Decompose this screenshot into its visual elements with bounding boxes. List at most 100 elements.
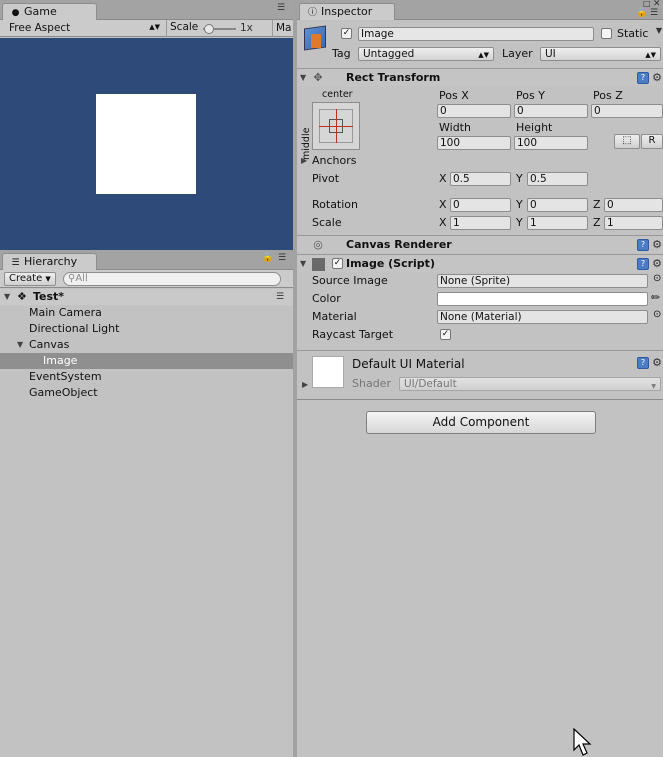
rotation-z-field[interactable]: 0 xyxy=(604,198,663,212)
gear-icon[interactable]: ⚙ xyxy=(652,257,662,270)
scene-row[interactable]: ▼ ❖ Test* ☰ xyxy=(0,289,293,305)
static-checkbox[interactable] xyxy=(601,28,612,39)
list-item[interactable]: Directional Light xyxy=(0,321,293,337)
gear-icon[interactable]: ⚙ xyxy=(652,356,662,369)
tag-dropdown[interactable]: Untagged ▲▼ xyxy=(358,47,494,61)
panel-menu-icon[interactable]: ☰ xyxy=(277,3,285,13)
height-field[interactable]: 100 xyxy=(514,136,588,150)
tab-hierarchy[interactable]: ☰ Hierarchy xyxy=(2,253,97,270)
mouse-cursor-icon xyxy=(573,728,592,756)
gameobject-cube-icon-accent xyxy=(311,34,321,48)
create-button[interactable]: Create ▼ xyxy=(4,272,56,286)
scale-slider-knob[interactable] xyxy=(204,24,214,34)
canvas-renderer-header[interactable]: ◎ Canvas Renderer ? ⚙ xyxy=(297,235,663,253)
panel-menu-icon[interactable]: ☰ xyxy=(278,253,286,263)
static-dropdown-arrow-icon[interactable]: ▼ xyxy=(656,26,662,35)
hierarchy-tabbar: ☰ Hierarchy 🔒 ☰ xyxy=(0,250,293,270)
expand-triangle-icon[interactable]: ▶ xyxy=(301,156,307,165)
rect-transform-header[interactable]: ▼ ✥ Rect Transform ? ⚙ xyxy=(297,68,663,86)
rotation-x-field[interactable]: 0 xyxy=(450,198,511,212)
info-icon: ⓘ xyxy=(307,8,317,18)
scene-menu-icon[interactable]: ☰ xyxy=(276,289,284,305)
raycast-target-checkbox[interactable]: ✓ xyxy=(440,329,451,340)
shader-dropdown[interactable]: UI/Default ▼ xyxy=(399,377,661,391)
maximize-on-play-button[interactable]: Ma xyxy=(273,21,293,36)
eyedropper-icon[interactable]: ✏ xyxy=(651,291,660,304)
material-field[interactable]: None (Material) xyxy=(437,310,648,324)
source-image-field[interactable]: None (Sprite) xyxy=(437,274,648,288)
help-icon[interactable]: ? xyxy=(637,258,649,270)
image-enabled-checkbox[interactable]: ✓ xyxy=(332,258,343,269)
game-toolbar: Free Aspect ▲▼ Scale 1x Ma xyxy=(0,20,293,37)
hierarchy-toolbar: Create ▼ ⚲All xyxy=(0,270,293,288)
game-viewport[interactable] xyxy=(0,38,293,250)
pos-z-field[interactable]: 0 xyxy=(591,104,663,118)
scale-x-field[interactable]: 1 xyxy=(450,216,511,230)
toolbar-divider xyxy=(166,20,167,37)
collapse-triangle-icon[interactable]: ▼ xyxy=(300,259,306,268)
hierarchy-panel: ☰ Hierarchy 🔒 ☰ Create ▼ ⚲All ▼ ❖ Test* ☰… xyxy=(0,250,293,757)
object-picker-icon[interactable]: ⊙ xyxy=(653,309,661,320)
anchor-presets-button[interactable] xyxy=(312,102,360,150)
active-checkbox[interactable]: ✓ xyxy=(341,28,352,39)
chevron-down-icon: ▼ xyxy=(45,275,51,283)
lock-icon[interactable]: 🔒 xyxy=(262,253,273,263)
gear-icon[interactable]: ⚙ xyxy=(652,71,662,84)
image-component-icon xyxy=(312,258,325,271)
scale-control[interactable]: Scale 1x xyxy=(170,21,253,36)
expand-triangle-icon[interactable]: ▼ xyxy=(4,289,10,305)
add-component-button[interactable]: Add Component xyxy=(366,411,596,434)
maximize-icon[interactable]: □ xyxy=(643,0,651,8)
list-item-selected[interactable]: Image xyxy=(0,353,293,369)
tab-inspector[interactable]: ⓘ Inspector xyxy=(299,3,395,20)
lock-icon[interactable]: 🔒 xyxy=(636,8,647,18)
aspect-dropdown[interactable]: Free Aspect ▲▼ xyxy=(4,21,164,36)
eye-icon: ◎ xyxy=(313,238,323,251)
list-icon: ☰ xyxy=(11,258,20,268)
layer-dropdown[interactable]: UI ▲▼ xyxy=(540,47,661,61)
pivot-y-field[interactable]: 0.5 xyxy=(527,172,588,186)
object-name-field[interactable]: Image xyxy=(358,27,594,41)
unity-scene-icon: ❖ xyxy=(17,290,27,303)
hierarchy-search-input[interactable]: ⚲All xyxy=(63,272,281,286)
hierarchy-tree: ▼ ❖ Test* ☰ Main Camera Directional Ligh… xyxy=(0,289,293,401)
dotted-rect-icon: ⬚ xyxy=(622,135,632,146)
anchor-preset-hline xyxy=(319,126,353,127)
rect-transform-icon: ✥ xyxy=(313,71,323,84)
section-divider xyxy=(297,399,663,400)
chevron-down-icon: ▼ xyxy=(651,383,656,390)
help-icon[interactable]: ? xyxy=(637,357,649,369)
pos-y-field[interactable]: 0 xyxy=(514,104,588,118)
inspector-panel: ⓘ Inspector □ ✕ 🔒 ☰ ✓ Image Static ▼ Tag … xyxy=(297,0,663,757)
list-item[interactable]: EventSystem xyxy=(0,369,293,385)
list-item[interactable]: GameObject xyxy=(0,385,293,401)
width-field[interactable]: 100 xyxy=(437,136,511,150)
gear-icon[interactable]: ⚙ xyxy=(652,238,662,251)
tab-game[interactable]: ● Game xyxy=(2,3,97,20)
scale-y-field[interactable]: 1 xyxy=(527,216,588,230)
updown-arrow-icon: ▲▼ xyxy=(478,51,489,59)
section-divider xyxy=(297,350,663,351)
pos-x-field[interactable]: 0 xyxy=(437,104,511,118)
raw-edit-button[interactable]: R xyxy=(641,134,663,149)
game-tabbar: ● Game ☰ xyxy=(0,0,293,20)
panel-menu-icon[interactable]: ☰ xyxy=(650,8,658,18)
list-item[interactable]: Main Camera xyxy=(0,305,293,321)
help-icon[interactable]: ? xyxy=(637,72,649,84)
rotation-y-field[interactable]: 0 xyxy=(527,198,588,212)
collapse-triangle-icon[interactable]: ▼ xyxy=(300,73,306,82)
color-swatch[interactable] xyxy=(437,292,648,306)
scale-z-field[interactable]: 1 xyxy=(604,216,663,230)
inspector-body: ✓ Image Static ▼ Tag Untagged ▲▼ Layer UI… xyxy=(297,20,663,757)
object-picker-icon[interactable]: ⊙ xyxy=(653,273,661,284)
expand-triangle-icon[interactable]: ▼ xyxy=(17,337,23,353)
image-script-header[interactable]: ▼ ✓ Image (Script) ? ⚙ xyxy=(297,254,663,272)
material-preview-thumbnail xyxy=(312,356,344,388)
help-icon[interactable]: ? xyxy=(637,239,649,251)
blueprint-mode-button[interactable]: ⬚ xyxy=(614,134,640,149)
anchors-foldout[interactable]: Anchors xyxy=(312,154,357,167)
inspector-tabbar: ⓘ Inspector □ ✕ 🔒 ☰ xyxy=(297,0,663,20)
expand-triangle-icon[interactable]: ▶ xyxy=(302,380,308,389)
pivot-x-field[interactable]: 0.5 xyxy=(450,172,511,186)
list-item[interactable]: ▼ Canvas xyxy=(0,337,293,353)
